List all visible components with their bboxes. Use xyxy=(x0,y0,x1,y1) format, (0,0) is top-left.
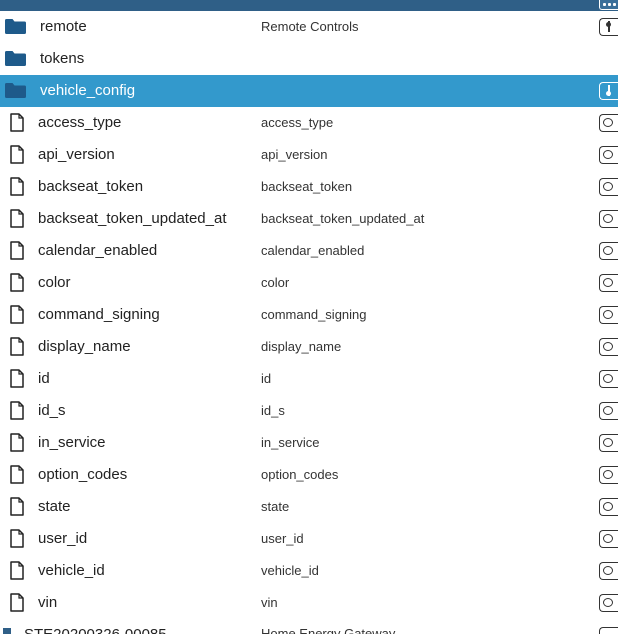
state-circle-icon[interactable] xyxy=(599,466,618,484)
row-description: user_id xyxy=(261,531,304,546)
tree-state-in-service[interactable]: in_service in_service xyxy=(0,427,618,459)
file-icon xyxy=(10,273,24,292)
tree-state-option-codes[interactable]: option_codes option_codes xyxy=(0,459,618,491)
row-name: STE20200326-00085 xyxy=(24,626,167,634)
file-icon xyxy=(10,433,24,452)
toggle-icon[interactable] xyxy=(599,18,618,36)
state-circle-icon[interactable] xyxy=(599,146,618,164)
row-name: vin xyxy=(38,594,58,611)
row-name: vehicle_config xyxy=(40,82,136,99)
tree-state-backseat-token-updated-at[interactable]: backseat_token_updated_at backseat_token_… xyxy=(0,203,618,235)
file-icon xyxy=(10,561,24,580)
state-circle-icon[interactable] xyxy=(599,338,618,356)
state-circle-icon[interactable] xyxy=(599,562,618,580)
tree-state-id-s[interactable]: id_s id_s xyxy=(0,395,618,427)
row-name: id xyxy=(38,370,50,387)
state-circle-icon[interactable] xyxy=(599,402,618,420)
file-icon xyxy=(10,209,24,228)
row-description: Remote Controls xyxy=(261,19,359,34)
row-description: command_signing xyxy=(261,307,367,322)
file-icon xyxy=(10,305,24,324)
row-description: vin xyxy=(261,595,278,610)
tree-state-vin[interactable]: vin vin xyxy=(0,587,618,619)
device-icon xyxy=(3,628,11,634)
tree-state-id[interactable]: id id xyxy=(0,363,618,395)
file-icon xyxy=(10,465,24,484)
tree-state-state[interactable]: state state xyxy=(0,491,618,523)
row-name: id_s xyxy=(38,402,66,419)
tree-state-api-version[interactable]: api_version api_version xyxy=(0,139,618,171)
row-description: id xyxy=(261,371,272,386)
row-action-icon[interactable] xyxy=(599,627,618,634)
file-icon xyxy=(10,337,24,356)
tree-state-display-name[interactable]: display_name display_name xyxy=(0,331,618,363)
file-icon xyxy=(10,593,24,612)
tree-header-row[interactable] xyxy=(0,0,618,11)
state-circle-icon[interactable] xyxy=(599,210,618,228)
row-name: user_id xyxy=(38,530,88,547)
tree-folder-tokens[interactable]: tokens xyxy=(0,43,618,75)
state-circle-icon[interactable] xyxy=(599,242,618,260)
row-description: access_type xyxy=(261,115,334,130)
row-name: remote xyxy=(40,18,87,35)
row-name: backseat_token xyxy=(38,178,144,195)
state-circle-icon[interactable] xyxy=(599,498,618,516)
state-circle-icon[interactable] xyxy=(599,530,618,548)
row-name: command_signing xyxy=(38,306,160,323)
tree-state-access-type[interactable]: access_type access_type xyxy=(0,107,618,139)
row-name: calendar_enabled xyxy=(38,242,158,259)
file-icon xyxy=(10,145,24,164)
row-name: access_type xyxy=(38,114,122,131)
row-name: api_version xyxy=(38,146,115,163)
folder-icon xyxy=(5,19,26,34)
row-description: calendar_enabled xyxy=(261,243,365,258)
row-description: in_service xyxy=(261,435,320,450)
state-circle-icon[interactable] xyxy=(599,114,618,132)
row-name: vehicle_id xyxy=(38,562,105,579)
row-name: display_name xyxy=(38,338,131,355)
file-icon xyxy=(10,241,24,260)
tree-row-gateway[interactable]: STE20200326-00085 Home Energy Gateway xyxy=(0,626,618,634)
row-description: option_codes xyxy=(261,467,339,482)
tree-state-user-id[interactable]: user_id user_id xyxy=(0,523,618,555)
folder-icon xyxy=(5,83,26,98)
file-icon xyxy=(10,177,24,196)
row-name: option_codes xyxy=(38,466,128,483)
row-name: in_service xyxy=(38,434,106,451)
row-description: backseat_token xyxy=(261,179,353,194)
row-description: Home Energy Gateway xyxy=(261,626,396,634)
row-name: color xyxy=(38,274,71,291)
row-description: state xyxy=(261,499,290,514)
row-description: display_name xyxy=(261,339,342,354)
row-name: tokens xyxy=(40,50,85,67)
state-circle-icon[interactable] xyxy=(599,274,618,292)
state-circle-icon[interactable] xyxy=(599,594,618,612)
row-description: id_s xyxy=(261,403,285,418)
row-name: state xyxy=(38,498,71,515)
header-menu-icon[interactable] xyxy=(599,0,618,10)
row-description: color xyxy=(261,275,290,290)
row-name: backseat_token_updated_at xyxy=(38,210,227,227)
row-description: api_version xyxy=(261,147,328,162)
tree-folder-vehicle-config[interactable]: vehicle_config xyxy=(0,75,618,107)
state-circle-icon[interactable] xyxy=(599,434,618,452)
tree-folder-remote[interactable]: remote Remote Controls xyxy=(0,11,618,43)
tree-state-backseat-token[interactable]: backseat_token backseat_token xyxy=(0,171,618,203)
state-circle-icon[interactable] xyxy=(599,306,618,324)
row-description: backseat_token_updated_at xyxy=(261,211,425,226)
state-circle-icon[interactable] xyxy=(599,370,618,388)
tree-state-vehicle-id[interactable]: vehicle_id vehicle_id xyxy=(0,555,618,587)
toggle-icon[interactable] xyxy=(599,82,618,100)
folder-icon xyxy=(5,51,26,66)
tree-state-calendar-enabled[interactable]: calendar_enabled calendar_enabled xyxy=(0,235,618,267)
state-circle-icon[interactable] xyxy=(599,178,618,196)
tree-state-command-signing[interactable]: command_signing command_signing xyxy=(0,299,618,331)
file-icon xyxy=(10,113,24,132)
file-icon xyxy=(10,497,24,516)
row-description: vehicle_id xyxy=(261,563,319,578)
file-icon xyxy=(10,369,24,388)
file-icon xyxy=(10,401,24,420)
tree-state-color[interactable]: color color xyxy=(0,267,618,299)
file-icon xyxy=(10,529,24,548)
